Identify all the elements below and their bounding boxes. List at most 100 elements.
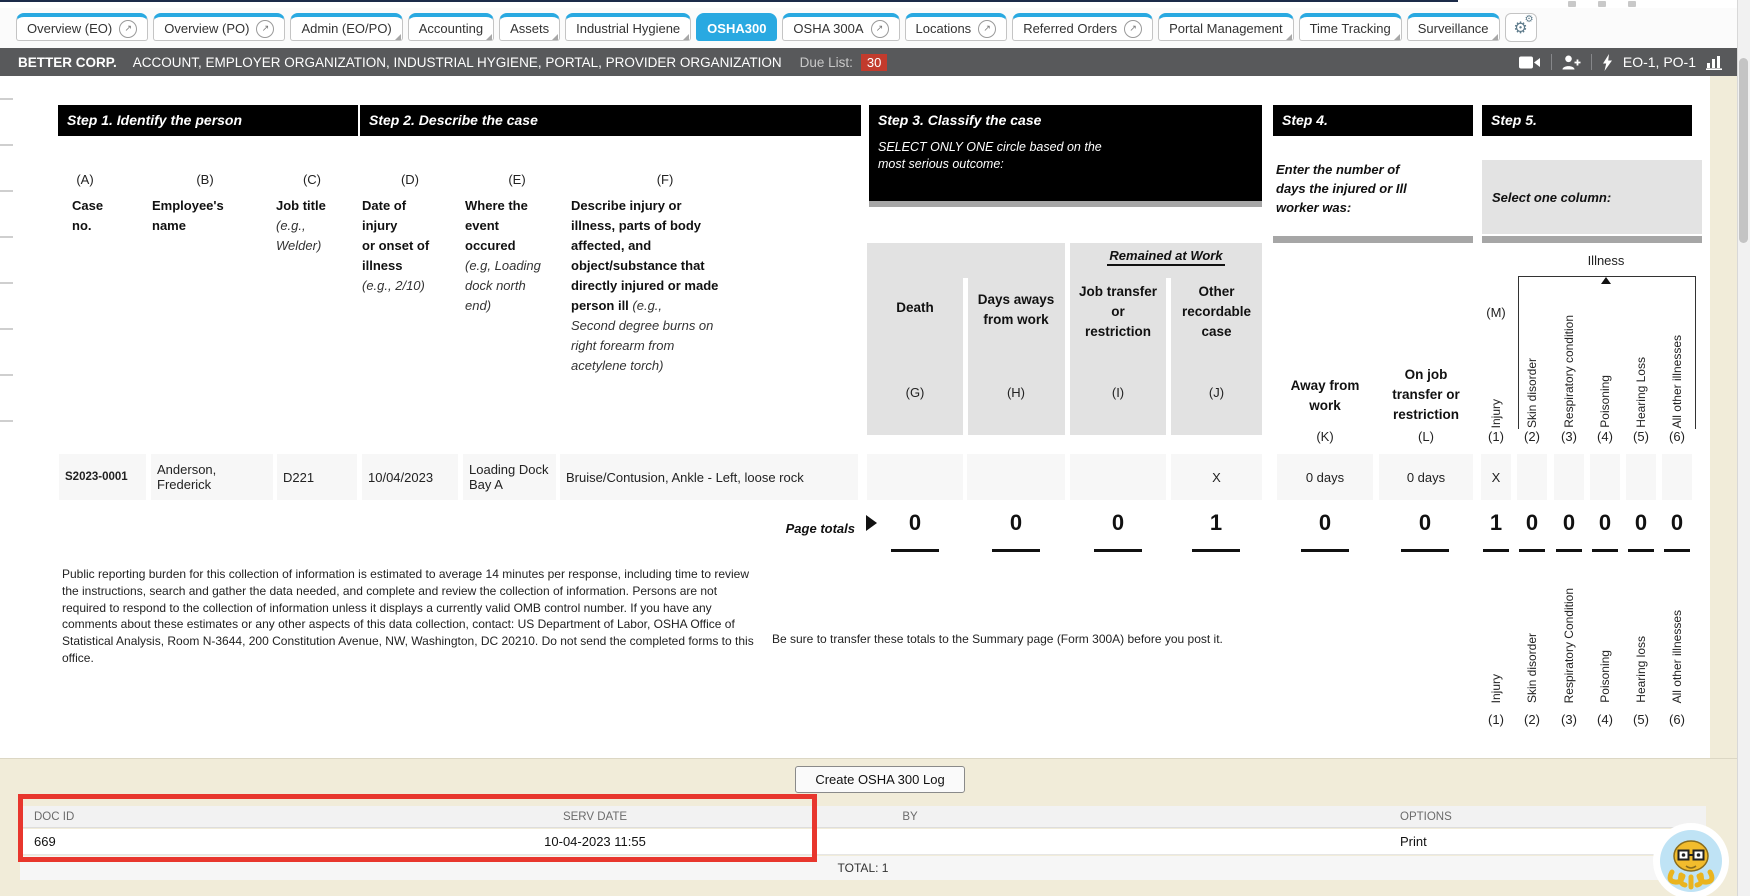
step5-note-panel: Select one column: bbox=[1482, 160, 1702, 234]
row-col-k[interactable]: 0 days bbox=[1277, 454, 1373, 500]
col-g-letter: (G) bbox=[867, 385, 963, 400]
tab-industrial-hygiene[interactable]: Industrial Hygiene bbox=[565, 13, 691, 41]
col-h-header: Days aways from work bbox=[967, 290, 1065, 330]
tab-label: Referred Orders bbox=[1023, 21, 1117, 36]
total-underline bbox=[992, 549, 1040, 552]
total-underline bbox=[1592, 549, 1618, 552]
total-count: TOTAL: 1 bbox=[838, 856, 889, 880]
tab-osha300[interactable]: OSHA300 bbox=[696, 13, 777, 41]
row-col-i[interactable] bbox=[1070, 454, 1166, 500]
print-link[interactable]: Print bbox=[1400, 829, 1427, 854]
bar-chart-icon[interactable] bbox=[1706, 55, 1723, 70]
col-j-header: Other recordable case bbox=[1171, 282, 1262, 342]
browser-extension-icon bbox=[1628, 1, 1636, 7]
illness-number-4: (4) bbox=[1590, 429, 1620, 444]
tab-overview-eo[interactable]: Overview (EO) ↗ bbox=[16, 13, 148, 41]
col-f-header: Describe injury or illness, parts of bod… bbox=[571, 196, 866, 376]
row-date[interactable]: 10/04/2023 bbox=[362, 454, 458, 500]
illness-bottom-number-2: (2) bbox=[1517, 712, 1547, 727]
browser-extension-icon bbox=[1568, 1, 1576, 7]
illness-bottom-poisoning: Poisoning bbox=[1595, 650, 1615, 703]
open-in-new-icon[interactable]: ↗ bbox=[119, 20, 137, 38]
total-l: 0 bbox=[1390, 510, 1460, 536]
row-col-m4[interactable] bbox=[1590, 454, 1620, 500]
tab-label: Overview (EO) bbox=[27, 21, 112, 36]
row-col-m5[interactable] bbox=[1626, 454, 1656, 500]
total-h: 0 bbox=[981, 510, 1051, 536]
illness-bottom-number-5: (5) bbox=[1626, 712, 1656, 727]
illness-bottom-number-3: (3) bbox=[1554, 712, 1584, 727]
video-camera-icon[interactable] bbox=[1519, 55, 1541, 70]
doc-id-header: DOC ID bbox=[34, 806, 74, 827]
open-in-new-icon[interactable]: ↗ bbox=[256, 20, 274, 38]
illness-col-hearing: Hearing Loss bbox=[1631, 357, 1651, 428]
tab-osha-300a[interactable]: OSHA 300A ↗ bbox=[782, 13, 899, 41]
row-col-h[interactable] bbox=[967, 454, 1065, 500]
row-col-l[interactable]: 0 days bbox=[1379, 454, 1473, 500]
row-col-m2[interactable] bbox=[1517, 454, 1547, 500]
settings-button[interactable]: ⚙ ⚙ bbox=[1505, 13, 1537, 42]
scrollbar-thumb[interactable] bbox=[1739, 58, 1748, 243]
row-col-m1[interactable]: X bbox=[1481, 454, 1511, 500]
total-underline bbox=[1556, 549, 1582, 552]
tab-surveillance[interactable]: Surveillance bbox=[1407, 13, 1500, 41]
tab-label: Assets bbox=[510, 21, 549, 36]
step2-header: Step 2. Describe the case bbox=[360, 105, 861, 136]
illness-col-skin: Skin disorder bbox=[1522, 358, 1542, 428]
row-where[interactable]: Loading Dock Bay A bbox=[463, 454, 556, 500]
add-user-icon[interactable] bbox=[1562, 55, 1581, 70]
serv-date-header: SERV DATE bbox=[445, 806, 745, 827]
col-h-letter: (H) bbox=[967, 385, 1065, 400]
tab-assets[interactable]: Assets bbox=[499, 13, 560, 41]
remained-at-work-label: Remained at Work bbox=[1070, 248, 1262, 263]
tab-locations[interactable]: Locations ↗ bbox=[905, 13, 1008, 41]
due-list-badge[interactable]: 30 bbox=[861, 54, 887, 71]
tab-referred-orders[interactable]: Referred Orders ↗ bbox=[1012, 13, 1153, 41]
left-ruler-tick bbox=[0, 236, 13, 238]
row-description[interactable]: Bruise/Contusion, Ankle - Left, loose ro… bbox=[560, 454, 858, 500]
submenu-corner-icon bbox=[486, 34, 492, 40]
tab-admin-eo-po[interactable]: Admin (EO/PO) bbox=[290, 13, 402, 41]
row-col-g[interactable] bbox=[867, 454, 963, 500]
open-in-new-icon[interactable]: ↗ bbox=[871, 20, 889, 38]
tab-label: Surveillance bbox=[1418, 21, 1489, 36]
lightning-icon[interactable] bbox=[1602, 54, 1613, 71]
step4-underbar bbox=[1273, 236, 1473, 243]
step4-note: Enter the number of days the injured or … bbox=[1276, 160, 1461, 217]
illness-bottom-other: All other illnesses bbox=[1667, 610, 1687, 703]
mascot-avatar[interactable] bbox=[1652, 822, 1730, 896]
col-d-hint: (e.g., 2/10) bbox=[362, 276, 462, 296]
tab-overview-po[interactable]: Overview (PO) ↗ bbox=[153, 13, 285, 41]
left-ruler-tick bbox=[0, 190, 13, 192]
left-ruler-tick bbox=[0, 144, 13, 146]
tab-accounting[interactable]: Accounting bbox=[408, 13, 494, 41]
total-k: 0 bbox=[1290, 510, 1360, 536]
col-letter-c: (C) bbox=[287, 172, 337, 187]
row-col-m6[interactable] bbox=[1662, 454, 1692, 500]
total-m2: 0 bbox=[1516, 510, 1548, 536]
create-osha300-log-button[interactable]: Create OSHA 300 Log bbox=[795, 766, 965, 793]
total-m3: 0 bbox=[1553, 510, 1585, 536]
step3-underbar bbox=[869, 201, 1262, 207]
illness-bottom-skin: Skin disorder bbox=[1522, 633, 1542, 703]
tab-time-tracking[interactable]: Time Tracking bbox=[1299, 13, 1402, 41]
row-employee-name[interactable]: Anderson, Frederick bbox=[151, 454, 273, 500]
browser-chrome-strip bbox=[0, 0, 1750, 8]
open-in-new-icon[interactable]: ↗ bbox=[1124, 20, 1142, 38]
total-m4: 0 bbox=[1589, 510, 1621, 536]
context-bar: BETTER CORP. ACCOUNT, EMPLOYER ORGANIZAT… bbox=[0, 48, 1737, 76]
row-col-m3[interactable] bbox=[1554, 454, 1584, 500]
total-underline bbox=[1401, 549, 1449, 552]
tab-portal-management[interactable]: Portal Management bbox=[1158, 13, 1293, 41]
doc-table-row[interactable]: 669 10-04-2023 11:55 Print bbox=[20, 829, 1706, 855]
tab-label: Portal Management bbox=[1169, 21, 1282, 36]
col-a-header: Case no. bbox=[72, 196, 152, 236]
row-job-title[interactable]: D221 bbox=[277, 454, 357, 500]
submenu-corner-icon bbox=[1492, 34, 1498, 40]
open-in-new-icon[interactable]: ↗ bbox=[978, 20, 996, 38]
row-case-no[interactable]: S2023-0001 bbox=[59, 454, 146, 500]
by-value bbox=[880, 829, 940, 854]
row-col-j[interactable]: X bbox=[1171, 454, 1262, 500]
step4-header: Step 4. bbox=[1273, 105, 1473, 136]
total-g: 0 bbox=[880, 510, 950, 536]
